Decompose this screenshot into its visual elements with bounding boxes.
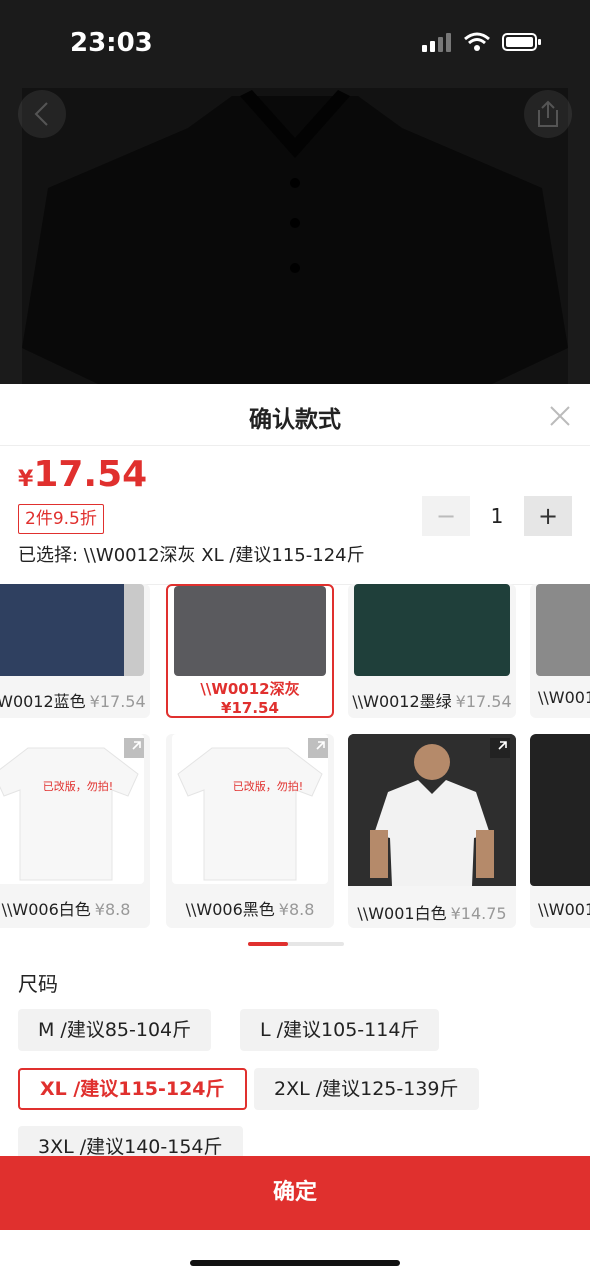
variant-card-w0012-blue[interactable]: \\W0012蓝色¥17.54 — [0, 584, 150, 718]
svg-text:已改版，勿拍!: 已改版，勿拍! — [233, 779, 303, 793]
selected-spec-text: 已选择: \\W0012深灰 XL /建议115-124斤 — [18, 545, 365, 566]
variant-card-w001-black[interactable]: \\W001 — [530, 734, 590, 928]
variant-label: \\W001白色 ¥14.75 — [357, 904, 507, 923]
size-option-l[interactable]: L /建议105-114斤 — [240, 1009, 440, 1051]
status-time: 23:03 — [70, 28, 153, 58]
screen: 23:03 确认款式 ¥ 17.54 2件9.5折 − 1 + 已选择: \\W… — [0, 0, 590, 1280]
wifi-icon — [464, 32, 490, 56]
variant-label: \\W006黑色 ¥8.8 — [185, 900, 315, 919]
battery-icon — [502, 32, 542, 56]
status-bar: 23:03 — [0, 0, 590, 88]
variant-image: 已改版，勿拍! — [0, 734, 144, 884]
variant-card-w001[interactable]: \\W001 — [530, 584, 590, 718]
variant-grid: \\W0012蓝色¥17.54 \\W0012深灰 ¥17.54 \\W0012… — [0, 584, 590, 934]
variant-label: \\W001 — [538, 900, 590, 919]
price-currency: ¥ — [18, 467, 34, 492]
price-value: 17.54 — [33, 454, 148, 495]
price: ¥ 17.54 — [18, 454, 147, 495]
share-button[interactable] — [524, 90, 572, 138]
variant-image: 已改版，勿拍! — [172, 734, 328, 884]
variant-pager — [248, 942, 344, 946]
signal-icon — [422, 32, 452, 56]
back-button[interactable] — [18, 90, 66, 138]
variant-label: \\W0012蓝色¥17.54 — [0, 692, 146, 711]
svg-text:已改版，勿拍!: 已改版，勿拍! — [43, 779, 113, 793]
variant-card-w0012-green[interactable]: \\W0012墨绿 ¥17.54 — [348, 584, 516, 718]
variant-label: \\W001 — [538, 688, 590, 707]
size-option-xl[interactable]: XL /建议115-124斤 — [18, 1068, 247, 1110]
size-option-m[interactable]: M /建议85-104斤 — [18, 1009, 212, 1051]
close-button[interactable] — [546, 402, 574, 430]
quantity-stepper: − 1 + — [422, 496, 572, 536]
home-indicator — [190, 1260, 400, 1266]
expand-icon[interactable] — [124, 738, 144, 758]
variant-image — [0, 584, 144, 676]
share-icon — [538, 100, 558, 127]
variant-image — [174, 586, 326, 676]
size-title: 尺码 — [18, 972, 58, 996]
sheet-title: 确认款式 — [249, 407, 341, 433]
close-icon — [550, 406, 570, 426]
pager-active — [248, 942, 288, 946]
chevron-left-icon — [34, 102, 48, 126]
quantity-value[interactable]: 1 — [470, 504, 524, 528]
variant-card-w0012-darkgray[interactable]: \\W0012深灰 ¥17.54 — [166, 584, 334, 718]
size-option-2xl[interactable]: 2XL /建议125-139斤 — [254, 1068, 479, 1110]
expand-icon[interactable] — [308, 738, 328, 758]
variant-card-w006-white[interactable]: 已改版，勿拍! \\W006白色 ¥8.8 — [0, 734, 150, 928]
variant-label: \\W0012墨绿 ¥17.54 — [352, 692, 512, 711]
variant-image — [530, 734, 590, 886]
promo-badge: 2件9.5折 — [18, 504, 104, 534]
quantity-minus-button[interactable]: − — [422, 496, 470, 536]
variant-card-w001-white[interactable]: \\W001白色 ¥14.75 — [348, 734, 516, 928]
variant-label: \\W006白色 ¥8.8 — [1, 900, 131, 919]
variant-label: \\W0012深灰 ¥17.54 — [200, 680, 300, 717]
product-photo-area: 23:03 — [0, 0, 590, 384]
spec-sheet: 确认款式 ¥ 17.54 2件9.5折 − 1 + 已选择: \\W0012深灰… — [0, 384, 590, 1280]
confirm-button[interactable]: 确定 — [0, 1156, 590, 1230]
variant-image — [536, 584, 590, 676]
sheet-header: 确认款式 — [0, 384, 590, 446]
expand-icon[interactable] — [490, 738, 510, 758]
variant-card-w006-black[interactable]: 已改版，勿拍! \\W006黑色 ¥8.8 — [166, 734, 334, 928]
quantity-plus-button[interactable]: + — [524, 496, 572, 536]
variant-image — [354, 584, 510, 676]
